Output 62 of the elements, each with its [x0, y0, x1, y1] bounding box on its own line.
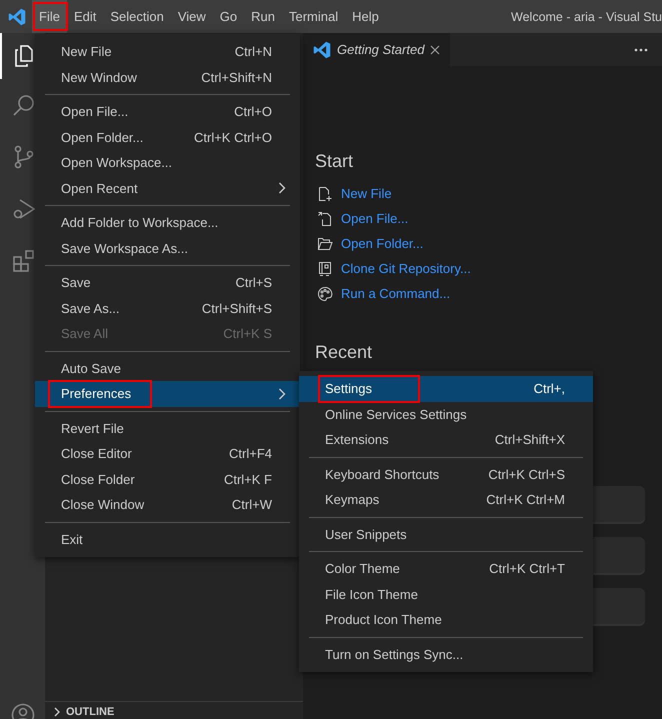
palette-icon: [317, 286, 333, 302]
menu-item[interactable]: Keymaps Ctrl+K Ctrl+M: [299, 487, 593, 512]
menu-item[interactable]: Extensions Ctrl+Shift+X: [299, 427, 593, 452]
link[interactable]: New File: [341, 186, 392, 201]
menu-bar-item[interactable]: Selection: [103, 0, 171, 33]
menu-item[interactable]: Exit: [35, 526, 300, 552]
menu-bar-item[interactable]: Terminal: [282, 0, 346, 33]
logo-icon: [8, 8, 26, 26]
link[interactable]: Open File...: [341, 211, 408, 226]
section-heading: Start: [315, 151, 354, 172]
menu-item[interactable]: Auto Save: [35, 356, 300, 381]
chevron-right-icon: [278, 182, 286, 194]
menu-item[interactable]: User Snippets: [299, 522, 593, 547]
menu-item[interactable]: Open Recent: [35, 176, 300, 201]
menu-item[interactable]: Open Workspace...: [35, 150, 300, 176]
file-icon: [317, 210, 333, 226]
section-header[interactable]: OUTLINE: [45, 701, 303, 719]
editor-tab[interactable]: Getting Started: [303, 33, 450, 66]
menu-item[interactable]: Save As... Ctrl+Shift+S: [35, 296, 300, 321]
menu-item[interactable]: Settings Ctrl+,: [299, 376, 593, 402]
menu-item[interactable]: Revert File: [35, 416, 300, 441]
extensions-icon: [12, 249, 36, 273]
menu-item[interactable]: Online Services Settings: [299, 402, 593, 427]
search-icon: [12, 93, 36, 117]
more-icon[interactable]: [634, 48, 648, 52]
menu-item[interactable]: Save Workspace As...: [35, 236, 300, 261]
menu-bar-item[interactable]: Help: [345, 0, 386, 33]
menu-item[interactable]: Close Editor Ctrl+F4: [35, 441, 300, 466]
menu-bar-item[interactable]: Run: [244, 0, 282, 33]
menu-item[interactable]: Close Folder Ctrl+K F: [35, 466, 300, 492]
window-title: Welcome - aria - Visual Stu: [511, 10, 662, 24]
menu-item[interactable]: Preferences: [35, 381, 300, 406]
menu-bar-item[interactable]: Edit: [66, 0, 104, 33]
menu-item[interactable]: Turn on Settings Sync...: [299, 642, 593, 667]
folder-icon: [317, 236, 333, 252]
close-icon[interactable]: [430, 44, 440, 54]
menu-item[interactable]: Open File... Ctrl+O: [35, 99, 300, 124]
menu-item[interactable]: Close Window Ctrl+W: [35, 492, 300, 518]
chevron-icon: [53, 706, 61, 716]
highlight-frame: [33, 2, 68, 31]
menu-item[interactable]: Keyboard Shortcuts Ctrl+K Ctrl+S: [299, 462, 593, 487]
menu-item[interactable]: File Icon Theme: [299, 582, 593, 607]
menu-bar-item[interactable]: View: [170, 0, 213, 33]
section-heading: Recent: [315, 342, 374, 363]
menu-item[interactable]: Open Folder... Ctrl+K Ctrl+O: [35, 124, 300, 150]
menu-bar-item[interactable]: Go: [212, 0, 244, 33]
link[interactable]: Run a Command...: [341, 286, 450, 301]
menu-item[interactable]: Save Ctrl+S: [35, 270, 300, 296]
chevron-right-icon: [278, 388, 286, 400]
branch-icon: [12, 145, 36, 169]
link[interactable]: Open Folder...: [341, 236, 424, 251]
new-file-icon: [317, 186, 333, 202]
repository-icon: [317, 260, 333, 276]
link[interactable]: Clone Git Repository...: [341, 261, 471, 276]
menu-item[interactable]: Color Theme Ctrl+K Ctrl+T: [299, 556, 593, 582]
run-debug-icon: [12, 197, 36, 221]
menu-item[interactable]: Add Folder to Workspace...: [35, 210, 300, 236]
menu-item[interactable]: New Window Ctrl+Shift+N: [35, 64, 300, 90]
menu-item[interactable]: New File Ctrl+N: [35, 39, 300, 64]
menu-item[interactable]: Product Icon Theme: [299, 607, 593, 632]
menu-bar-item[interactable]: File: [32, 0, 67, 33]
logo-icon: [313, 40, 331, 58]
